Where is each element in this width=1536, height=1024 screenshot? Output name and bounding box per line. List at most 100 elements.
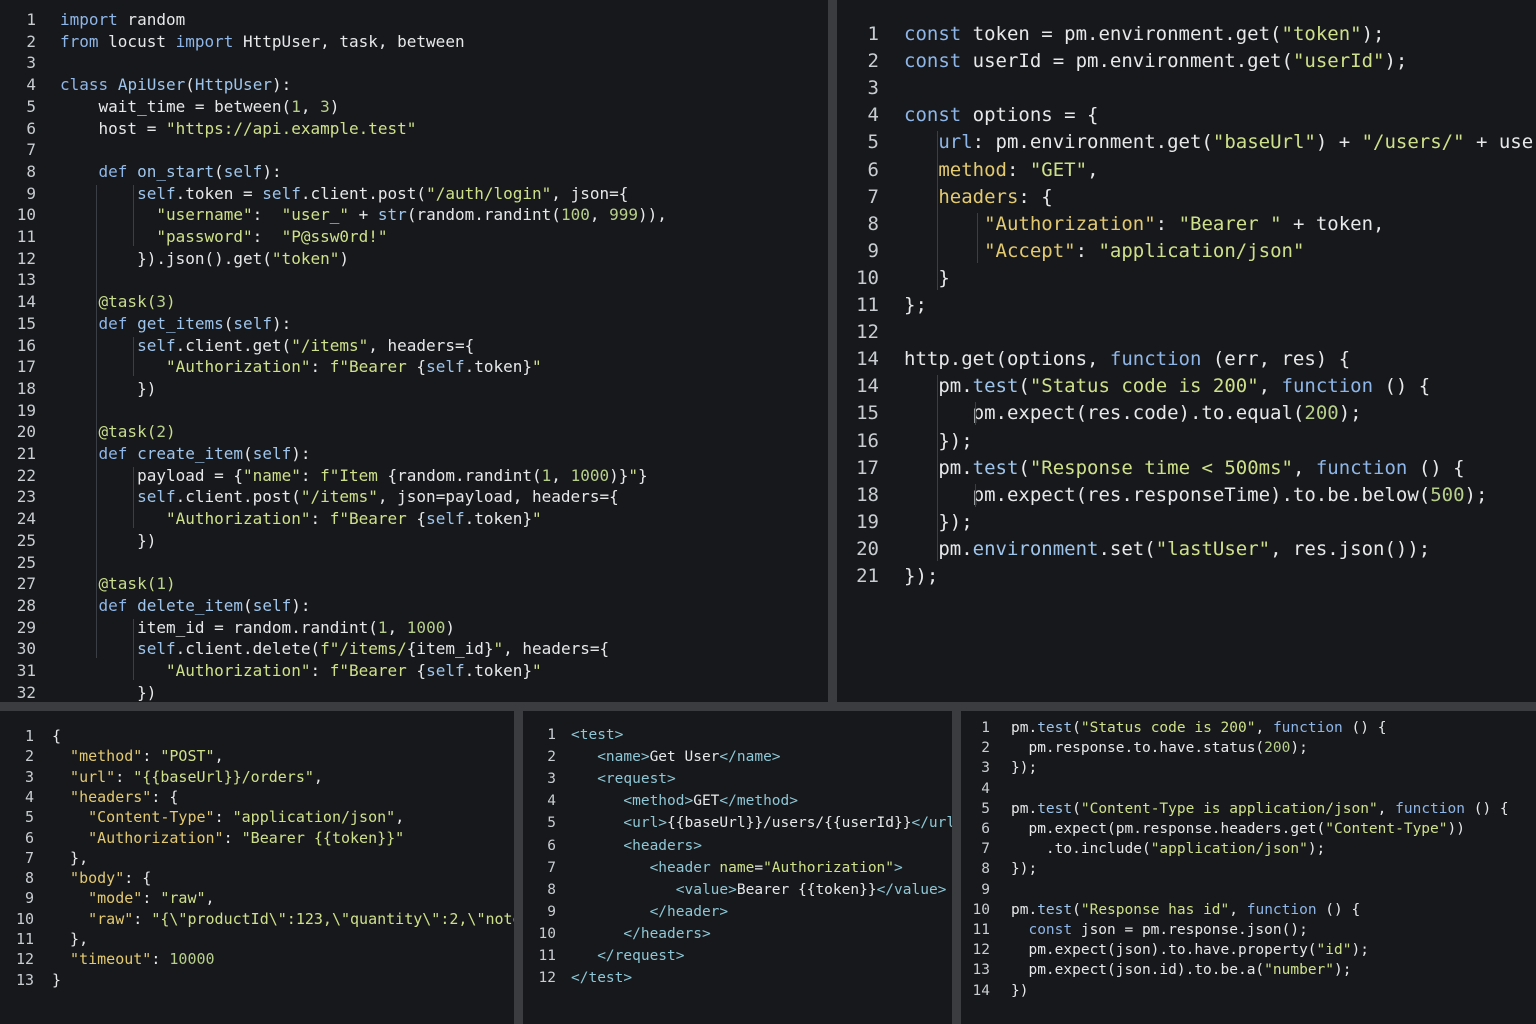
- code-line[interactable]: 6 host = "https://api.example.test": [0, 118, 828, 139]
- code-line[interactable]: 30 self.client.delete(f"/items/{item_id}…: [0, 638, 828, 659]
- code-line[interactable]: 2 const userId = pm.environment.get("user…: [837, 48, 1536, 75]
- code-line[interactable]: 3 <request>: [523, 768, 952, 790]
- code-line[interactable]: 7: [0, 139, 828, 160]
- code-line[interactable]: 16 self.client.get("/items", headers={: [0, 335, 828, 356]
- code-line[interactable]: 5 "Content-Type": "application/json",: [0, 807, 514, 827]
- code-line[interactable]: 9: [961, 880, 1536, 900]
- code-line[interactable]: 9 "mode": "raw",: [0, 888, 514, 908]
- code-line[interactable]: 1 const token = pm.environment.get("token…: [837, 21, 1536, 48]
- python-locust-editor-pane[interactable]: 1 import random 2 from locust import HttpUs…: [0, 0, 828, 702]
- code-line[interactable]: 4 "headers": {: [0, 787, 514, 807]
- json-request-pane[interactable]: 1{2 "method": "POST", 3 "url": "{{baseUrl…: [0, 711, 514, 1024]
- code-line[interactable]: 10 }: [837, 265, 1536, 292]
- code-line[interactable]: 11 const json = pm.response.json();: [961, 920, 1536, 940]
- code-line[interactable]: 14 http.get(options, function (err, res) …: [837, 346, 1536, 373]
- code-token: <headers>: [571, 837, 702, 854]
- code-line[interactable]: 12 "timeout": 10000: [0, 949, 514, 969]
- code-line[interactable]: 2 from locust import HttpUser, task, betw…: [0, 31, 828, 52]
- code-line[interactable]: 10 "username": "user_" + str(random.rand…: [0, 204, 828, 225]
- code-line[interactable]: 12: [837, 319, 1536, 346]
- code-line[interactable]: 11 },: [0, 929, 514, 949]
- code-line[interactable]: 31 "Authorization": f"Bearer {self.token…: [0, 660, 828, 681]
- code-line[interactable]: 19 });: [837, 509, 1536, 536]
- code-line[interactable]: 2 pm.response.to.have.status(200);: [961, 738, 1536, 758]
- code-line[interactable]: 14}): [961, 981, 1536, 1001]
- code-line[interactable]: 22 payload = {"name": f"Item {random.ran…: [0, 465, 828, 486]
- code-line[interactable]: 7 headers: {: [837, 184, 1536, 211]
- line-number: 10: [972, 901, 990, 918]
- code-line[interactable]: 12 }).json().get("token"): [0, 248, 828, 269]
- code-line[interactable]: 28 def delete_item(self):: [0, 595, 828, 616]
- code-line[interactable]: 13 pm.expect(json.id).to.be.a("number");: [961, 960, 1536, 980]
- code-line[interactable]: 27 @task(1): [0, 573, 828, 594]
- code-line[interactable]: 1 pm.test("Status code is 200", function …: [961, 718, 1536, 738]
- code-line[interactable]: 1 <test>: [523, 724, 952, 746]
- code-line[interactable]: 1 import random: [0, 9, 828, 30]
- code-line[interactable]: 29 item_id = random.randint(1, 1000): [0, 617, 828, 638]
- code-line[interactable]: 13: [0, 269, 828, 290]
- javascript-test-script-pane[interactable]: 1 const token = pm.environment.get("token…: [837, 0, 1536, 702]
- code-line[interactable]: 12 pm.expect(json).to.have.property("id"…: [961, 940, 1536, 960]
- code-line[interactable]: 12 </test>: [523, 967, 952, 989]
- code-line[interactable]: 3: [837, 75, 1536, 102]
- code-line[interactable]: 13}: [0, 970, 514, 990]
- code-line[interactable]: 11 </request>: [523, 945, 952, 967]
- code-line[interactable]: 3 "url": "{{baseUrl}}/orders",: [0, 767, 514, 787]
- code-line[interactable]: 17 pm.test("Response time < 500ms", func…: [837, 455, 1536, 482]
- code-line[interactable]: 10 pm.test("Response has id", function ()…: [961, 900, 1536, 920]
- code-line[interactable]: 10 </headers>: [523, 923, 952, 945]
- code-line[interactable]: 24 "Authorization": f"Bearer {self.token…: [0, 508, 828, 529]
- code-line[interactable]: 14 pm.test("Status code is 200", functio…: [837, 373, 1536, 400]
- code-line[interactable]: 5 <url>{{baseUrl}}/users/{{userId}}</url…: [523, 812, 952, 834]
- xml-test-definition-pane[interactable]: 1 <test> 2 <name>Get User</name> 3 <request…: [523, 711, 952, 1024]
- code-line[interactable]: 9 </header>: [523, 901, 952, 923]
- code-line[interactable]: 8});: [961, 859, 1536, 879]
- code-line[interactable]: 18 pm.expect(res.responseTime).to.be.bel…: [837, 482, 1536, 509]
- code-line[interactable]: 10 "raw": "{\"productId\":123,\"quantity…: [0, 909, 514, 929]
- code-line[interactable]: 20 @task(2): [0, 421, 828, 442]
- code-line[interactable]: 4 class ApiUser(HttpUser):: [0, 74, 828, 95]
- code-line[interactable]: 11 "password": "P@ssw0rd!": [0, 226, 828, 247]
- code-line[interactable]: 11};: [837, 292, 1536, 319]
- code-line[interactable]: 23 self.client.post("/items", json=paylo…: [0, 486, 828, 507]
- code-line[interactable]: 2 "method": "POST",: [0, 746, 514, 766]
- code-line[interactable]: 6 <headers>: [523, 835, 952, 857]
- code-line[interactable]: 5 url: pm.environment.get("baseUrl") + "…: [837, 129, 1536, 156]
- postman-tests-pane[interactable]: 1 pm.test("Status code is 200", function …: [961, 711, 1536, 1024]
- code-line[interactable]: 7 .to.include("application/json");: [961, 839, 1536, 859]
- code-line[interactable]: 3: [0, 52, 828, 73]
- code-line[interactable]: 5 wait_time = between(1, 3): [0, 96, 828, 117]
- code-line[interactable]: 8 <value>Bearer {{token}}</value>: [523, 879, 952, 901]
- code-line[interactable]: 17 "Authorization": f"Bearer {self.token…: [0, 356, 828, 377]
- code-line[interactable]: 6 pm.expect(pm.response.headers.get("Con…: [961, 819, 1536, 839]
- code-line[interactable]: 9 "Accept": "application/json": [837, 238, 1536, 265]
- code-line[interactable]: 15 def get_items(self):: [0, 313, 828, 334]
- code-line[interactable]: 6 "Authorization": "Bearer {{token}}": [0, 828, 514, 848]
- code-line[interactable]: 21});: [837, 563, 1536, 590]
- code-line[interactable]: 1{: [0, 726, 514, 746]
- code-line[interactable]: 5 pm.test("Content-Type is application/js…: [961, 799, 1536, 819]
- code-line[interactable]: 32 }): [0, 682, 828, 702]
- code-line[interactable]: 2 <name>Get User</name>: [523, 746, 952, 768]
- code-line[interactable]: 3});: [961, 758, 1536, 778]
- code-line[interactable]: 7 },: [0, 848, 514, 868]
- code-line[interactable]: 16 });: [837, 428, 1536, 455]
- code-line[interactable]: 15 pm.expect(res.code).to.equal(200);: [837, 400, 1536, 427]
- code-line[interactable]: 25 }): [0, 530, 828, 551]
- code-line[interactable]: 20 pm.environment.set("lastUser", res.js…: [837, 536, 1536, 563]
- code-line[interactable]: 9 self.token = self.client.post("/auth/l…: [0, 183, 828, 204]
- code-line[interactable]: 8 "Authorization": "Bearer " + token,: [837, 211, 1536, 238]
- code-line[interactable]: 25: [0, 552, 828, 573]
- code-line[interactable]: 18 }): [0, 378, 828, 399]
- code-line[interactable]: 8 "body": {: [0, 868, 514, 888]
- code-line[interactable]: 4 <method>GET</method>: [523, 790, 952, 812]
- code-line[interactable]: 14 @task(3): [0, 291, 828, 312]
- code-line[interactable]: 21 def create_item(self):: [0, 443, 828, 464]
- code-line[interactable]: 7 <header name="Authorization">: [523, 857, 952, 879]
- code-line[interactable]: 4 const options = {: [837, 102, 1536, 129]
- code-line[interactable]: 6 method: "GET",: [837, 157, 1536, 184]
- code-text: wait_time = between(1, 3): [60, 96, 340, 117]
- code-line[interactable]: 4: [961, 779, 1536, 799]
- code-line[interactable]: 19: [0, 400, 828, 421]
- code-line[interactable]: 8 def on_start(self):: [0, 161, 828, 182]
